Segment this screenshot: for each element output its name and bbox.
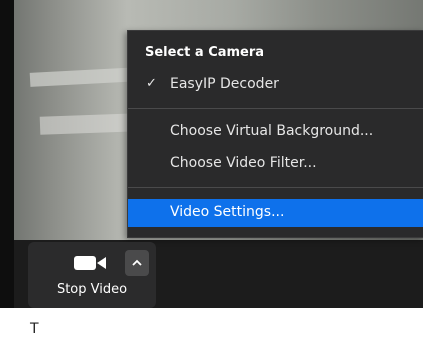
video-settings-item[interactable]: Video Settings... — [128, 199, 423, 227]
video-edge — [0, 0, 14, 308]
stop-video-button[interactable]: Stop Video — [28, 282, 156, 297]
camera-option-easyip-decoder[interactable]: ✓ EasyIP Decoder — [128, 71, 423, 99]
camera-menu-header: Select a Camera — [145, 45, 265, 60]
video-options-caret-button[interactable] — [125, 250, 149, 276]
background-text: T — [30, 321, 39, 337]
menu-divider — [128, 108, 423, 109]
menu-item-label: Choose Video Filter... — [170, 155, 317, 171]
video-detail — [29, 67, 141, 87]
video-detail — [39, 113, 141, 135]
choose-virtual-background-item[interactable]: Choose Virtual Background... — [128, 118, 423, 146]
video-camera-icon[interactable] — [74, 254, 108, 272]
camera-option-label: EasyIP Decoder — [170, 76, 279, 92]
menu-item-label: Choose Virtual Background... — [170, 123, 374, 139]
choose-video-filter-item[interactable]: Choose Video Filter... — [128, 150, 423, 178]
checkmark-icon: ✓ — [146, 76, 157, 91]
menu-divider — [128, 187, 423, 188]
camera-menu: Select a Camera ✓ EasyIP Decoder Choose … — [127, 30, 423, 238]
menu-item-label: Video Settings... — [170, 204, 285, 220]
video-button-group: Stop Video — [28, 242, 156, 308]
